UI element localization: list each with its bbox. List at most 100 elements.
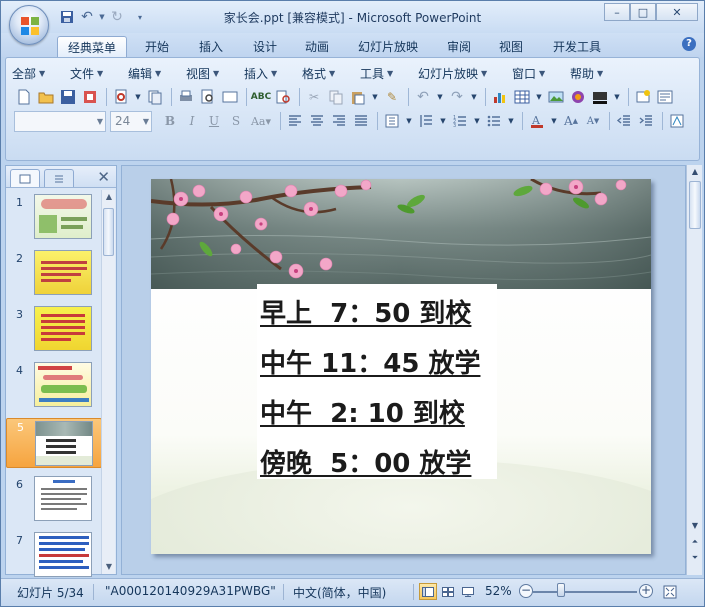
slides-tab[interactable] (10, 169, 40, 187)
slide-show-view-button[interactable] (459, 583, 477, 600)
underline-icon[interactable]: U (204, 111, 224, 131)
chevron-down-icon[interactable]: ▼ (438, 111, 448, 131)
menu-file[interactable]: 文件 ▼ (70, 64, 128, 82)
cut-icon[interactable]: ✂ (304, 87, 324, 107)
scroll-up-icon[interactable]: ▲ (102, 190, 116, 204)
justify-icon[interactable] (351, 111, 371, 131)
print-preview-magnifier-icon[interactable] (198, 87, 218, 107)
paste-icon[interactable] (348, 87, 368, 107)
scroll-thumb[interactable] (689, 181, 701, 229)
shadow-icon[interactable]: S (226, 111, 246, 131)
schedule-line-noon-arrive[interactable]: 中午 2: 10 到校 (260, 393, 465, 430)
menu-tools[interactable]: 工具 ▼ (360, 64, 418, 82)
tab-design[interactable]: 设计 (243, 36, 287, 57)
italic-icon[interactable]: I (182, 111, 202, 131)
increase-indent-icon[interactable] (636, 111, 656, 131)
font-color-icon[interactable]: A (527, 111, 547, 131)
maximize-button[interactable]: □ (630, 3, 656, 21)
insert-chart-icon[interactable] (490, 87, 510, 107)
chevron-down-icon[interactable]: ▼ (534, 87, 544, 107)
scroll-thumb[interactable] (103, 208, 114, 256)
undo-icon[interactable]: ↶ (413, 87, 433, 107)
tab-animations[interactable]: 动画 (295, 36, 339, 57)
chevron-down-icon[interactable]: ▼ (404, 111, 414, 131)
help-icon[interactable]: ? (682, 37, 696, 51)
menu-help[interactable]: 帮助 ▼ (570, 64, 620, 82)
menu-slide-show[interactable]: 幻灯片放映 ▼ (418, 64, 512, 82)
tab-home[interactable]: 开始 (135, 36, 179, 57)
language-indicator[interactable]: 中文(简体，中国) (293, 584, 386, 601)
close-button[interactable]: ✕ (656, 3, 698, 21)
fit-to-window-button[interactable] (661, 583, 679, 600)
current-slide[interactable]: 早上 7：50 到校 中午 11：45 放学 中午 2: 10 到校 傍晚 5：… (151, 179, 651, 554)
open-icon[interactable] (36, 87, 56, 107)
text-direction-icon[interactable] (382, 111, 402, 131)
vertical-scrollbar[interactable]: ▲ ▼ ⏶ ⏷ (686, 165, 702, 575)
slide-thumbnail-6[interactable]: 6 (6, 476, 102, 528)
outline-tab[interactable] (44, 169, 74, 187)
menu-insert[interactable]: 插入 ▼ (244, 64, 302, 82)
tab-view[interactable]: 视图 (489, 36, 533, 57)
shape-fill-icon[interactable] (590, 87, 610, 107)
permission-icon[interactable] (80, 87, 100, 107)
slide-layout-icon[interactable] (655, 87, 675, 107)
spelling-icon[interactable]: ABC (251, 87, 271, 107)
close-pane-icon[interactable]: ✕ (97, 168, 110, 186)
tab-review[interactable]: 审阅 (437, 36, 481, 57)
slide-thumbnail-5[interactable]: 5 (6, 418, 102, 468)
slide-view-icon[interactable] (220, 87, 240, 107)
design-icon[interactable] (667, 111, 687, 131)
numbering-icon[interactable]: 123 (450, 111, 470, 131)
schedule-line-evening-leave[interactable]: 傍晚 5：00 放学 (260, 443, 471, 480)
slide-thumbnail-1[interactable]: 1 (6, 194, 102, 246)
chevron-down-icon[interactable]: ▼ (472, 111, 482, 131)
insert-picture-icon[interactable] (546, 87, 566, 107)
decrease-indent-icon[interactable] (614, 111, 634, 131)
redo-icon[interactable]: ↷ (447, 87, 467, 107)
chevron-down-icon[interactable]: ▼ (435, 87, 445, 107)
menu-window[interactable]: 窗口 ▼ (512, 64, 570, 82)
normal-view-button[interactable] (419, 583, 437, 600)
chevron-down-icon[interactable]: ▼ (370, 87, 380, 107)
font-name-combo[interactable]: ▼ (14, 110, 106, 132)
align-center-icon[interactable] (307, 111, 327, 131)
change-case-icon[interactable]: Aa▾ (248, 111, 274, 131)
grow-font-icon[interactable]: A ▲ (561, 111, 581, 131)
format-painter-icon[interactable]: ✎ (382, 87, 402, 107)
print-icon[interactable] (176, 87, 196, 107)
bold-icon[interactable]: B (160, 111, 180, 131)
slide-thumbnail-4[interactable]: 4 (6, 362, 102, 414)
line-spacing-icon[interactable] (416, 111, 436, 131)
theme-name-indicator[interactable]: "A000120140929A31PWBG" (105, 584, 276, 598)
print-preview-icon[interactable] (111, 87, 131, 107)
zoom-slider-thumb[interactable] (557, 583, 565, 597)
scroll-down-icon[interactable]: ▼ (102, 560, 116, 574)
chevron-down-icon[interactable]: ▼ (133, 87, 143, 107)
minimize-button[interactable]: – (604, 3, 630, 21)
slides-pane-scrollbar[interactable]: ▲ ▼ (101, 190, 115, 574)
previous-slide-icon[interactable]: ⏶ (687, 535, 703, 549)
insert-table-icon[interactable] (512, 87, 532, 107)
zoom-slider-track[interactable] (533, 591, 637, 593)
shrink-font-icon[interactable]: A ▼ (583, 111, 603, 131)
align-left-icon[interactable] (285, 111, 305, 131)
copy-icon[interactable] (326, 87, 346, 107)
slide-thumbnail-3[interactable]: 3 (6, 306, 102, 358)
save-icon[interactable] (58, 87, 78, 107)
bullets-icon[interactable] (484, 111, 504, 131)
scroll-up-icon[interactable]: ▲ (687, 165, 703, 179)
tab-developer[interactable]: 开发工具 (545, 36, 609, 57)
tab-insert[interactable]: 插入 (189, 36, 233, 57)
menu-edit[interactable]: 编辑 ▼ (128, 64, 186, 82)
font-size-combo[interactable]: 24 ▼ (110, 110, 152, 132)
schedule-line-morning-arrive[interactable]: 早上 7：50 到校 (260, 293, 471, 330)
tab-classic-menu[interactable]: 经典菜单 (57, 36, 127, 57)
next-slide-icon[interactable]: ⏷ (687, 551, 703, 565)
slide-sorter-view-button[interactable] (439, 583, 457, 600)
scroll-down-icon[interactable]: ▼ (687, 519, 703, 533)
menu-format[interactable]: 格式 ▼ (302, 64, 360, 82)
copy-format-icon[interactable] (145, 87, 165, 107)
new-slide-icon[interactable] (633, 87, 653, 107)
research-icon[interactable] (273, 87, 293, 107)
schedule-line-noon-leave[interactable]: 中午 11：45 放学 (260, 343, 480, 380)
